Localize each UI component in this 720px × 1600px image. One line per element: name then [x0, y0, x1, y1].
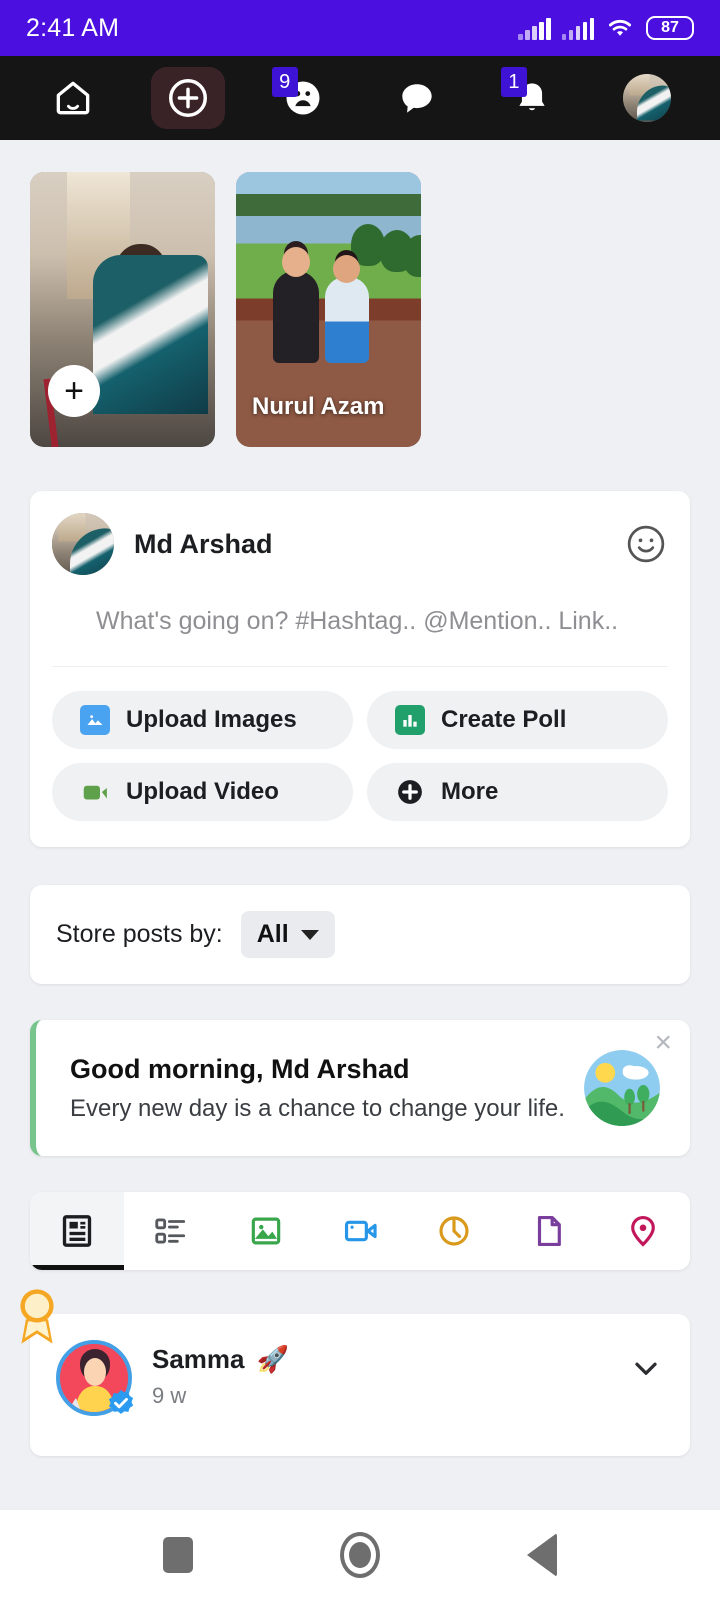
- document-icon: [537, 1216, 561, 1247]
- back-button[interactable]: [526, 1533, 557, 1577]
- post-avatar[interactable]: [56, 1340, 134, 1417]
- more-button[interactable]: More: [367, 763, 668, 822]
- post-meta: Samma 🚀 9 w: [152, 1340, 608, 1409]
- verified-badge-icon: [108, 1390, 134, 1415]
- create-poll-button[interactable]: Create Poll: [367, 691, 668, 750]
- list-icon: [155, 1218, 186, 1244]
- app-top-nav: 9 1: [0, 56, 720, 140]
- landscape-circle-icon: [584, 1050, 660, 1127]
- story-author-label: Nurul Azam: [252, 393, 385, 420]
- tab-location[interactable]: [596, 1192, 690, 1270]
- recents-button[interactable]: [163, 1537, 194, 1573]
- video-outline-icon: [344, 1220, 377, 1242]
- composer-input[interactable]: What's going on? #Hashtag.. @Mention.. L…: [52, 575, 668, 668]
- smiley-icon[interactable]: [624, 522, 668, 566]
- post-menu-button[interactable]: [628, 1340, 664, 1391]
- more-label: More: [441, 778, 499, 806]
- post-timestamp: 9 w: [152, 1383, 187, 1409]
- chevron-down-icon: [635, 1362, 657, 1376]
- image-icon: [80, 705, 110, 736]
- story-card[interactable]: Nurul Azam: [236, 172, 421, 447]
- location-pin-icon: [630, 1216, 655, 1247]
- caret-down-icon: [300, 929, 319, 940]
- post-header: Samma 🚀 9 w: [56, 1340, 664, 1417]
- composer-header: Md Arshad: [52, 513, 668, 575]
- poll-bar-chart-icon: [395, 705, 425, 736]
- stories-row: + Nurul Azam: [0, 140, 720, 447]
- nav-profile-button[interactable]: [610, 67, 684, 129]
- status-time: 2:41 AM: [26, 13, 120, 42]
- greeting-text: Good morning, Md Arshad Every new day is…: [70, 1054, 565, 1123]
- nav-create-button[interactable]: [150, 67, 225, 129]
- image-outline-icon: [251, 1217, 280, 1245]
- signal-bars-icon-2: [561, 18, 594, 40]
- status-bar: 2:41 AM 87: [0, 0, 720, 56]
- post-card: Samma 🚀 9 w: [30, 1314, 690, 1457]
- audio-dial-icon: [439, 1216, 469, 1246]
- store-posts-filter: Store posts by: All: [30, 885, 690, 985]
- filter-label: Store posts by:: [56, 920, 223, 949]
- avatar: [52, 513, 114, 575]
- filter-dropdown[interactable]: All: [240, 911, 335, 959]
- chat-bubble-icon: [402, 84, 432, 113]
- friends-badge: 9: [271, 67, 298, 97]
- tab-image[interactable]: [219, 1192, 313, 1270]
- tab-audio[interactable]: [407, 1192, 501, 1270]
- nav-messages-button[interactable]: [380, 67, 454, 129]
- tab-document[interactable]: [501, 1192, 595, 1270]
- close-icon[interactable]: ×: [654, 1028, 672, 1058]
- tab-list[interactable]: [124, 1192, 218, 1270]
- notifications-badge: 1: [500, 67, 527, 97]
- upload-images-label: Upload Images: [126, 706, 297, 734]
- composer-actions: Upload Images Create Poll Upload Video M…: [52, 667, 668, 822]
- post-author-name: Samma: [152, 1344, 245, 1375]
- post-composer-card: Md Arshad What's going on? #Hashtag.. @M…: [30, 491, 690, 848]
- composer-user-name: Md Arshad: [134, 528, 273, 559]
- filter-value: All: [256, 920, 289, 949]
- nav-home-button[interactable]: [36, 67, 110, 129]
- video-camera-icon: [80, 777, 110, 807]
- upload-video-button[interactable]: Upload Video: [52, 763, 353, 822]
- article-icon: [62, 1215, 92, 1248]
- post-container: Samma 🚀 9 w: [0, 1289, 720, 1457]
- upload-images-button[interactable]: Upload Images: [52, 691, 353, 750]
- create-poll-label: Create Poll: [441, 706, 567, 734]
- plus-circle-icon: [169, 79, 207, 117]
- home-icon: [57, 81, 90, 115]
- greeting-subtitle: Every new day is a chance to change your…: [70, 1094, 565, 1122]
- plus-circle-filled-icon: [395, 777, 425, 807]
- rocket-icon: 🚀: [256, 1344, 289, 1375]
- avatar: [622, 74, 671, 122]
- home-button[interactable]: [339, 1532, 380, 1578]
- nav-notifications-button[interactable]: 1: [495, 67, 569, 129]
- battery-indicator: 87: [646, 16, 694, 40]
- greeting-title: Good morning, Md Arshad: [70, 1053, 410, 1084]
- android-navigation-bar: [0, 1510, 720, 1600]
- tab-article[interactable]: [30, 1192, 125, 1271]
- tab-video[interactable]: [313, 1192, 407, 1270]
- nav-friends-button[interactable]: 9: [266, 67, 340, 129]
- greeting-card: × Good morning, Md Arshad Every new day …: [30, 1020, 690, 1157]
- wifi-icon: [608, 19, 632, 36]
- upload-video-label: Upload Video: [126, 778, 279, 806]
- award-ribbon-icon: [20, 1289, 54, 1344]
- app-screen: 2:41 AM 87 9 1 + Nurul Azam Md Arshad Wh…: [0, 0, 720, 1600]
- signal-bars-icon-1: [518, 18, 551, 40]
- composer-user[interactable]: Md Arshad: [52, 513, 273, 575]
- story-add-card[interactable]: +: [30, 172, 215, 447]
- post-author-row: Samma 🚀: [152, 1344, 608, 1375]
- status-indicators: 87: [518, 16, 694, 40]
- content-type-tabs: [30, 1192, 690, 1271]
- add-story-button[interactable]: +: [48, 365, 100, 417]
